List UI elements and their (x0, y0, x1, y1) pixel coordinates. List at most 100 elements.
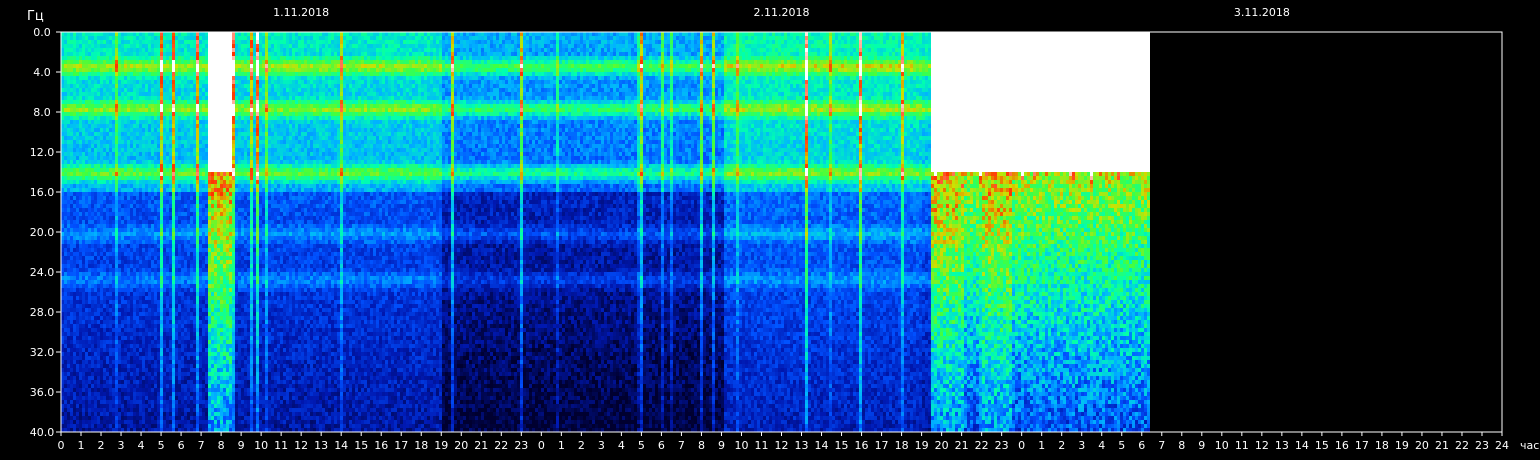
spectrogram-cell (82, 52, 85, 56)
spectrogram-cell (97, 220, 100, 224)
spectrogram-cell (187, 420, 190, 424)
spectrogram-cell (157, 296, 160, 300)
spectrogram-cell (88, 280, 91, 284)
spectrogram-cell (139, 212, 142, 216)
spectrogram-cell (109, 388, 112, 392)
spectrogram-cell (190, 76, 193, 80)
spectrogram-cell (139, 232, 142, 236)
spectrogram-cell (133, 292, 136, 296)
spectrogram-cell (103, 200, 106, 204)
spectrogram-cell (187, 400, 190, 404)
spectrogram-cell (103, 56, 106, 60)
spectrogram-cell (181, 260, 184, 264)
spectrogram-cell (82, 72, 85, 76)
spectrogram-cell (145, 288, 148, 292)
spectrogram-cell (184, 180, 187, 184)
spectrogram-cell (139, 36, 142, 40)
spectrogram-cell (145, 184, 148, 188)
spectrogram-cell (187, 356, 190, 360)
spectrogram-cell (127, 76, 130, 80)
spectrogram-cell (100, 364, 103, 368)
spectrogram-cell (154, 140, 157, 144)
spectrogram-cell (136, 400, 139, 404)
spectrogram-cell (79, 336, 82, 340)
spectrogram-cell (139, 300, 142, 304)
spectrogram-cell (88, 44, 91, 48)
spectrogram-cell (154, 268, 157, 272)
spectrogram-cell (67, 76, 70, 80)
spectrogram-cell (154, 224, 157, 228)
spectrogram-cell (172, 384, 175, 388)
spectrogram-cell (73, 40, 76, 44)
spectrogram-cell (160, 420, 163, 424)
spectrogram-cell (109, 252, 112, 256)
spectrogram-cell (115, 64, 118, 68)
spectrogram-cell (115, 108, 118, 112)
spectrogram-cell (118, 260, 121, 264)
spectrogram-cell (85, 92, 88, 96)
spectrogram-cell (79, 124, 82, 128)
spectrogram-cell (73, 388, 76, 392)
spectrogram-cell (79, 264, 82, 268)
spectrogram-cell (133, 328, 136, 332)
spectrogram-cell (64, 52, 67, 56)
spectrogram-cell (85, 376, 88, 380)
spectrogram-cell (115, 32, 118, 36)
spectrogram-cell (139, 156, 142, 160)
spectrogram-cell (151, 428, 154, 432)
spectrogram-cell (109, 68, 112, 72)
spectrogram-cell (175, 296, 178, 300)
spectrogram-cell (187, 72, 190, 76)
spectrogram-cell (154, 60, 157, 64)
spectrogram-cell (118, 168, 121, 172)
spectrogram-cell (118, 164, 121, 168)
spectrogram-cell (181, 72, 184, 76)
spectrogram-cell (67, 252, 70, 256)
spectrogram-cell (106, 152, 109, 156)
spectrogram-cell (112, 160, 115, 164)
spectrogram-cell (127, 104, 130, 108)
spectrogram-cell (142, 256, 145, 260)
spectrogram-cell (100, 216, 103, 220)
spectrogram-cell (112, 372, 115, 376)
spectrogram-cell (178, 288, 181, 292)
spectrogram-cell (112, 348, 115, 352)
spectrogram-cell (139, 108, 142, 112)
spectrogram-cell (187, 316, 190, 320)
spectrogram-cell (148, 288, 151, 292)
spectrogram-cell (109, 368, 112, 372)
spectrogram-cell (130, 416, 133, 420)
spectrogram-cell (187, 324, 190, 328)
spectrogram-cell (121, 408, 124, 412)
spectrogram-cell (124, 312, 127, 316)
spectrogram-cell (175, 372, 178, 376)
spectrogram-cell (163, 84, 166, 88)
spectrogram-cell (157, 200, 160, 204)
spectrogram-cell (118, 292, 121, 296)
spectrogram-cell (76, 204, 79, 208)
spectrogram-cell (136, 396, 139, 400)
spectrogram-cell (145, 52, 148, 56)
spectrogram-cell (85, 280, 88, 284)
spectrogram-cell (190, 324, 193, 328)
spectrogram-cell (97, 412, 100, 416)
spectrogram-cell (91, 100, 94, 104)
spectrogram-cell (127, 216, 130, 220)
spectrogram-cell (190, 128, 193, 132)
spectrogram-cell (178, 136, 181, 140)
spectrogram-cell (163, 392, 166, 396)
spectrogram-cell (124, 356, 127, 360)
spectrogram-cell (124, 88, 127, 92)
spectrogram-cell (88, 128, 91, 132)
spectrogram-cell (178, 368, 181, 372)
spectrogram-cell (88, 312, 91, 316)
spectrogram-cell (136, 124, 139, 128)
spectrogram-cell (154, 92, 157, 96)
spectrogram-cell (67, 344, 70, 348)
spectrogram-cell (172, 336, 175, 340)
spectrogram-cell (70, 264, 73, 268)
spectrogram-cell (100, 416, 103, 420)
spectrogram-cell (154, 320, 157, 324)
spectrogram-cell (115, 292, 118, 296)
spectrogram-cell (169, 168, 172, 172)
